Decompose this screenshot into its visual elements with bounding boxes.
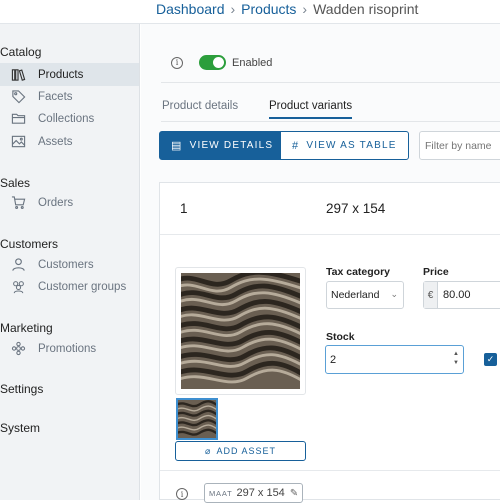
view-as-table-button[interactable]: # VIEW AS TABLE bbox=[280, 131, 409, 160]
sidebar-item-label: Collections bbox=[38, 112, 95, 125]
view-details-button[interactable]: ▤ VIEW DETAILS bbox=[159, 131, 280, 160]
breadcrumb: Dashboard › Products › Wadden risoprint bbox=[156, 1, 418, 17]
tax-category-value: Nederland bbox=[331, 289, 380, 301]
tax-category-select[interactable]: Nederland ⌄ bbox=[326, 281, 404, 309]
info-icon: i bbox=[171, 56, 183, 69]
facet-value-chip[interactable]: MAAT 297 x 154 ✎ bbox=[204, 483, 304, 503]
grid-icon: # bbox=[292, 139, 300, 152]
variant-number: 1 bbox=[180, 201, 188, 216]
sidebar: Catalog Products Facets Collections Asse… bbox=[0, 24, 140, 500]
sidebar-item-label: Customer groups bbox=[38, 280, 127, 293]
main-content: i Enabled Product details Product varian… bbox=[141, 24, 500, 503]
tag-icon bbox=[10, 89, 26, 105]
track-inventory-checkbox[interactable]: ✓ bbox=[484, 353, 497, 366]
toggle-knob bbox=[213, 57, 224, 68]
sand-ripples-image bbox=[181, 273, 300, 389]
tab-product-variants[interactable]: Product variants bbox=[269, 100, 353, 119]
sidebar-item-facets[interactable]: Facets bbox=[0, 85, 139, 108]
variant-featured-image[interactable] bbox=[175, 267, 306, 395]
facet-value: 297 x 154 bbox=[236, 487, 285, 499]
variant-name: 297 x 154 bbox=[326, 201, 386, 216]
section-title-marketing: Marketing bbox=[0, 321, 53, 335]
paperclip-icon: ⌀ bbox=[205, 445, 212, 456]
section-title-sales: Sales bbox=[0, 176, 31, 190]
section-title-customers: Customers bbox=[0, 237, 59, 251]
user-icon bbox=[10, 257, 26, 273]
currency-prefix: € bbox=[424, 282, 438, 308]
pencil-icon[interactable]: ✎ bbox=[290, 488, 298, 499]
divider bbox=[160, 470, 500, 471]
breadcrumb-dashboard[interactable]: Dashboard bbox=[156, 1, 225, 17]
sidebar-item-collections[interactable]: Collections bbox=[0, 107, 139, 130]
section-title-catalog: Catalog bbox=[0, 45, 42, 59]
tab-product-details[interactable]: Product details bbox=[162, 100, 238, 112]
stock-input[interactable]: 2 ▲ ▼ bbox=[325, 345, 464, 374]
view-as-table-label: VIEW AS TABLE bbox=[306, 140, 397, 151]
variant-card: 1 297 x 154 ⌀ ADD ASSET Tax category Ned… bbox=[159, 182, 500, 503]
enabled-toggle-row: i Enabled bbox=[171, 55, 272, 70]
stock-value: 2 bbox=[330, 353, 337, 366]
sidebar-item-promotions[interactable]: Promotions bbox=[0, 337, 139, 360]
books-icon bbox=[10, 67, 26, 83]
view-details-label: VIEW DETAILS bbox=[189, 140, 274, 151]
price-label: Price bbox=[423, 266, 449, 278]
folder-icon bbox=[10, 111, 26, 127]
sidebar-item-label: Customers bbox=[38, 258, 94, 271]
sidebar-item-customers[interactable]: Customers bbox=[0, 253, 139, 276]
breadcrumb-separator: › bbox=[302, 1, 308, 17]
sidebar-item-products[interactable]: Products bbox=[0, 63, 139, 86]
section-title-system[interactable]: System bbox=[0, 421, 40, 435]
image-icon bbox=[10, 134, 26, 150]
info-icon: i bbox=[176, 488, 188, 500]
section-title-settings[interactable]: Settings bbox=[0, 382, 43, 396]
gear-flower-icon bbox=[10, 341, 26, 357]
sidebar-item-label: Products bbox=[38, 68, 84, 81]
divider bbox=[161, 82, 500, 83]
tab-bar: Product details Product variants bbox=[161, 98, 500, 122]
sidebar-item-label: Orders bbox=[38, 196, 74, 209]
cart-icon bbox=[10, 195, 26, 211]
enabled-toggle[interactable] bbox=[199, 55, 226, 70]
add-asset-button[interactable]: ⌀ ADD ASSET bbox=[175, 441, 306, 461]
chevron-down-icon: ⌄ bbox=[390, 289, 398, 299]
enabled-label: Enabled bbox=[232, 56, 273, 69]
price-field[interactable]: € 80.00 bbox=[423, 281, 500, 309]
top-bar: Dashboard › Products › Wadden risoprint bbox=[0, 0, 500, 24]
users-icon bbox=[10, 279, 26, 295]
sidebar-item-label: Assets bbox=[38, 135, 73, 148]
price-value: 80.00 bbox=[443, 289, 471, 301]
sidebar-item-assets[interactable]: Assets bbox=[0, 130, 139, 153]
sidebar-item-label: Facets bbox=[38, 90, 73, 103]
view-mode-group: ▤ VIEW DETAILS # VIEW AS TABLE bbox=[159, 131, 409, 160]
add-asset-label: ADD ASSET bbox=[216, 446, 276, 456]
breadcrumb-current: Wadden risoprint bbox=[313, 1, 419, 17]
sidebar-item-orders[interactable]: Orders bbox=[0, 191, 139, 214]
breadcrumb-separator: › bbox=[230, 1, 236, 17]
breadcrumb-products[interactable]: Products bbox=[241, 1, 296, 17]
sidebar-item-label: Promotions bbox=[38, 342, 97, 355]
variant-image-thumbnail[interactable] bbox=[176, 398, 218, 440]
stock-label: Stock bbox=[326, 331, 355, 343]
document-icon: ▤ bbox=[171, 140, 183, 152]
variant-header: 1 297 x 154 bbox=[160, 183, 500, 235]
filter-input[interactable] bbox=[419, 131, 500, 160]
sand-ripples-thumbnail bbox=[178, 400, 216, 438]
number-stepper-icon[interactable]: ▲ ▼ bbox=[453, 350, 459, 368]
tax-category-label: Tax category bbox=[326, 266, 390, 278]
facet-key: MAAT bbox=[209, 488, 233, 498]
sidebar-item-customer-groups[interactable]: Customer groups bbox=[0, 275, 139, 298]
